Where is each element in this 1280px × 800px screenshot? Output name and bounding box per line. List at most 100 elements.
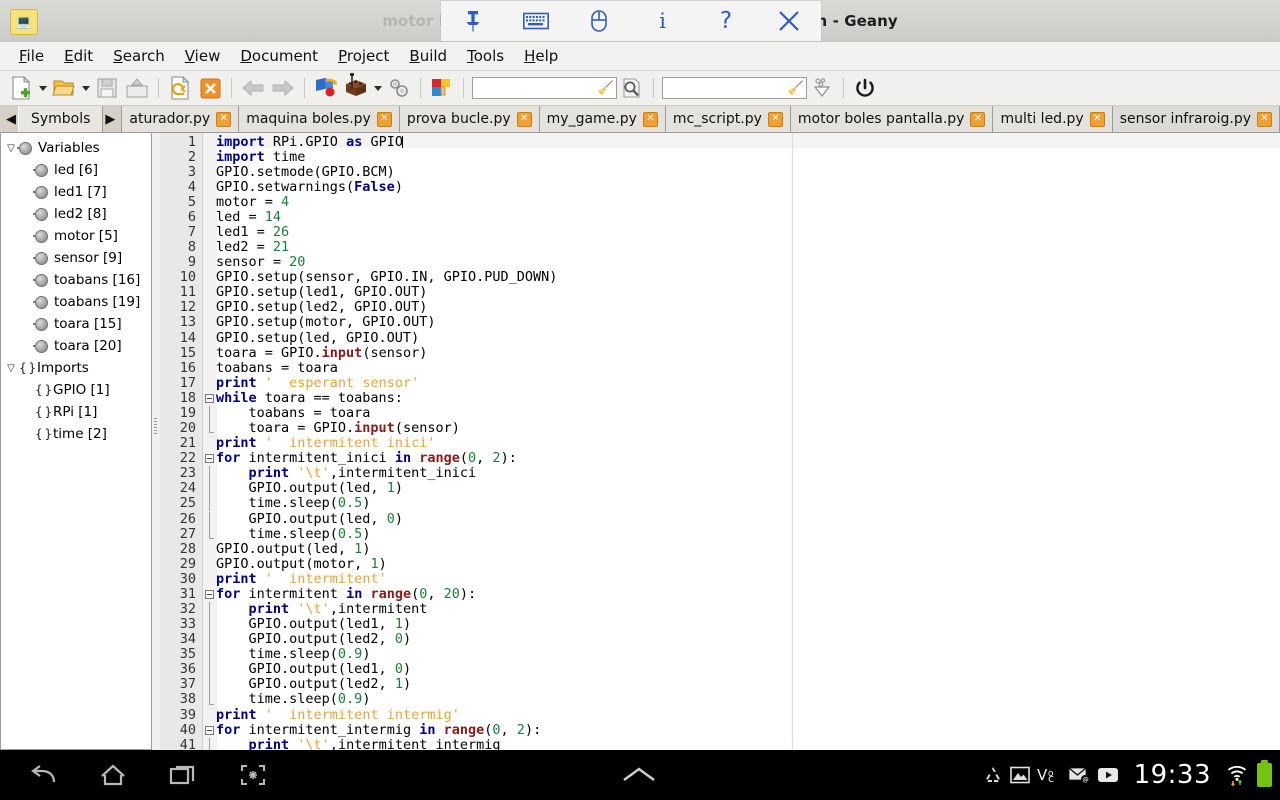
code-line[interactable]: 6 led = 14	[160, 209, 1280, 225]
run-button[interactable]	[384, 73, 414, 103]
help-icon[interactable]: ?	[702, 2, 750, 40]
goto-line-entry[interactable]: 🧹	[662, 77, 807, 99]
quit-button[interactable]	[850, 73, 880, 103]
symbol-item[interactable]: { } time [2]	[3, 423, 151, 445]
code-line[interactable]: 12 GPIO.setup(led2, GPIO.OUT)	[160, 300, 1280, 315]
code-line[interactable]: 13 GPIO.setup(motor, GPIO.OUT)	[160, 315, 1280, 330]
code-line[interactable]: 4 GPIO.setwarnings(False)	[160, 179, 1280, 195]
new-file-menu-arrow[interactable]	[36, 73, 49, 103]
open-file-menu-arrow[interactable]	[79, 73, 92, 103]
code-line[interactable]: 15 toara = GPIO.input(sensor)	[160, 345, 1280, 361]
search-entry[interactable]: 🧹	[472, 77, 617, 99]
reload-button[interactable]	[165, 73, 195, 103]
screenshot-icon[interactable]	[236, 758, 270, 792]
menu-uild[interactable]: Build	[399, 44, 457, 68]
tab-close-icon[interactable]: ✕	[1089, 111, 1105, 127]
code-line[interactable]: 17 print ' esperant sensor'	[160, 375, 1280, 391]
find-button[interactable]	[617, 73, 647, 103]
editor-tab[interactable]: sensor infraroig.py ✕	[1112, 106, 1280, 132]
code-line[interactable]: 29 GPIO.output(motor, 1)	[160, 556, 1280, 572]
symbol-item[interactable]: toabans [19]	[3, 291, 151, 313]
code-line[interactable]: 20 toara = GPIO.input(sensor)	[160, 420, 1280, 436]
code-line[interactable]: 40 for intermitent_intermig in range(0, 2…	[160, 722, 1280, 738]
code-line[interactable]: 18 while toara == toabans:	[160, 390, 1280, 406]
editor-tab[interactable]: aturador.py ✕	[122, 106, 240, 132]
tab-close-icon[interactable]: ✕	[642, 111, 658, 127]
code-line[interactable]: 31 for intermitent in range(0, 20):	[160, 586, 1280, 602]
code-line[interactable]: 28 GPIO.output(led, 1)	[160, 541, 1280, 557]
editor-tab[interactable]: my_game.py ✕	[539, 106, 666, 132]
code-line[interactable]: 32 print '\t',intermitent	[160, 601, 1280, 617]
symbol-item[interactable]: led2 [8]	[3, 203, 151, 225]
menu-ile[interactable]: File	[9, 44, 54, 68]
symbol-group-imports[interactable]: ▽{ } Imports	[3, 357, 151, 379]
compile-button[interactable]	[311, 73, 341, 103]
tab-symbols[interactable]: Symbols	[18, 106, 104, 132]
code-line[interactable]: 1 import RPi.GPIO as GPIO	[160, 134, 1280, 150]
pin-icon[interactable]	[449, 2, 497, 40]
editor-tab[interactable]: motor boles pantalla.py ✕	[790, 106, 994, 132]
code-line[interactable]: 8 led2 = 21	[160, 239, 1280, 255]
symbol-item[interactable]: toara [15]	[3, 313, 151, 335]
save-button[interactable]	[92, 73, 122, 103]
menu-ools[interactable]: Tools	[457, 44, 514, 68]
code-line[interactable]: 24 GPIO.output(led, 1)	[160, 481, 1280, 496]
new-file-button[interactable]	[6, 73, 36, 103]
clear-goto-icon[interactable]: 🧹	[788, 82, 804, 95]
code-line[interactable]: 5 motor = 4	[160, 194, 1280, 210]
code-line[interactable]: 41 print '\t',intermitent_intermig	[160, 737, 1280, 750]
menu-dit[interactable]: Edit	[54, 44, 103, 68]
code-line[interactable]: 23 print '\t',intermitent_inici	[160, 466, 1280, 481]
recents-icon[interactable]	[166, 758, 200, 792]
code-line[interactable]: 25 time.sleep(0.5)	[160, 496, 1280, 511]
goto-line-button[interactable]	[807, 73, 837, 103]
editor-tab[interactable]: mc_script.py ✕	[665, 106, 791, 132]
editor-tab[interactable]: maquina boles.py ✕	[239, 106, 400, 132]
code-line[interactable]: 27 time.sleep(0.5)	[160, 526, 1280, 542]
open-file-button[interactable]	[49, 73, 79, 103]
code-line[interactable]: 39 print ' intermitent intermig'	[160, 707, 1280, 723]
code-line[interactable]: 14 GPIO.setup(led, GPIO.OUT)	[160, 330, 1280, 346]
menu-earch[interactable]: Search	[103, 44, 175, 68]
editor-tab[interactable]: prova bucle.py ✕	[399, 106, 540, 132]
navigate-forward-button[interactable]	[268, 73, 298, 103]
symbol-item[interactable]: toara [20]	[3, 335, 151, 357]
sidebar-prev-arrow[interactable]: ◀	[4, 112, 18, 127]
fold-toggle-icon[interactable]	[205, 725, 214, 735]
clear-search-icon[interactable]: 🧹	[598, 82, 614, 95]
symbol-item[interactable]: led1 [7]	[3, 181, 151, 203]
close-icon[interactable]	[765, 2, 813, 40]
tab-close-icon[interactable]: ✕	[767, 111, 783, 127]
symbol-group-variables[interactable]: ▽ Variables	[3, 137, 151, 159]
editor-tab[interactable]: multi led.py ✕	[993, 106, 1113, 132]
menu-elp[interactable]: Help	[514, 44, 568, 68]
back-icon[interactable]	[26, 758, 60, 792]
pane-splitter[interactable]	[152, 133, 160, 750]
code-line[interactable]: 37 GPIO.output(led2, 1)	[160, 677, 1280, 692]
code-line[interactable]: 11 GPIO.setup(led1, GPIO.OUT)	[160, 285, 1280, 300]
tab-close-icon[interactable]: ✕	[216, 111, 232, 127]
tab-close-icon[interactable]: ✕	[516, 111, 532, 127]
code-editor[interactable]: 1 import RPi.GPIO as GPIO 2 import time 3 GPI…	[160, 133, 1280, 750]
code-line[interactable]: 3 GPIO.setmode(GPIO.BCM)	[160, 164, 1280, 180]
code-line[interactable]: 10 GPIO.setup(sensor, GPIO.IN, GPIO.PUD_D…	[160, 270, 1280, 285]
menu-iew[interactable]: View	[175, 44, 231, 68]
fold-toggle-icon[interactable]	[205, 589, 214, 599]
code-line[interactable]: 36 GPIO.output(led1, 0)	[160, 662, 1280, 677]
code-line[interactable]: 19 toabans = toara	[160, 405, 1280, 421]
code-line[interactable]: 30 print ' intermitent'	[160, 571, 1280, 587]
code-line[interactable]: 33 GPIO.output(led1, 1)	[160, 616, 1280, 632]
fold-toggle-icon[interactable]	[205, 454, 214, 464]
home-icon[interactable]	[96, 758, 130, 792]
close-file-button[interactable]	[195, 73, 225, 103]
code-line[interactable]: 9 sensor = 20	[160, 255, 1280, 270]
symbol-item[interactable]: toabans [16]	[3, 269, 151, 291]
sidebar-next-arrow[interactable]: ▶	[103, 112, 117, 127]
symbol-item[interactable]: { } GPIO [1]	[3, 379, 151, 401]
code-line[interactable]: 2 import time	[160, 149, 1280, 165]
keyboard-icon[interactable]	[512, 2, 560, 40]
symbol-item[interactable]: motor [5]	[3, 225, 151, 247]
tab-close-icon[interactable]: ✕	[376, 111, 392, 127]
code-line[interactable]: 16 toabans = toara	[160, 360, 1280, 376]
expand-up-icon[interactable]	[618, 750, 660, 800]
